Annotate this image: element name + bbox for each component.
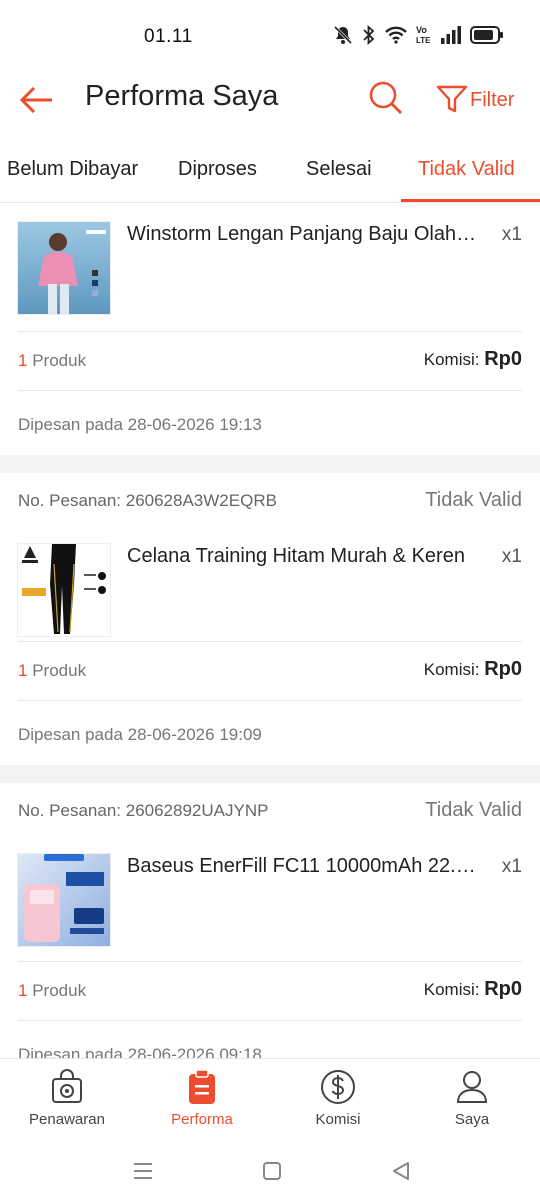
commission-label: Komisi:: [423, 980, 480, 999]
order-date-row: Dipesan pada 28-06-2026 19:09: [0, 701, 540, 765]
commission-value: Rp0: [484, 978, 522, 1000]
status-icons: Vo LTE: [332, 24, 504, 46]
nav-label: Penawaran: [29, 1111, 105, 1128]
order-card[interactable]: No. Pesanan: 26062892UAJYNP Tidak Valid: [0, 783, 540, 1058]
arrow-left-icon: [19, 86, 52, 114]
status-time: 01.11: [144, 26, 193, 47]
commission-value: Rp0: [484, 348, 522, 370]
commission-value: Rp0: [484, 658, 522, 680]
product-count: 1 Produk: [18, 981, 86, 1001]
volte-top-text: Vo: [416, 25, 427, 35]
order-date: Dipesan pada 28-06-2026 19:13: [18, 415, 262, 434]
menu-icon: [134, 1163, 152, 1179]
product-row[interactable]: Winstorm Lengan Panjang Baju Olahraga Wa…: [0, 203, 540, 331]
back-button[interactable]: [18, 80, 58, 120]
clipboard-icon: [189, 1069, 215, 1104]
order-status: Tidak Valid: [425, 489, 522, 511]
order-date: Dipesan pada 28-06-2026 19:09: [18, 725, 262, 744]
filter-button[interactable]: Filter: [436, 82, 514, 118]
order-number: No. Pesanan: 260628A3W2EQRB: [18, 491, 277, 510]
mute-bell-icon: [333, 25, 353, 45]
order-card[interactable]: No. Pesanan: 260628A3W2EQRB Tidak Valid: [0, 473, 540, 765]
product-count-number: 1: [18, 351, 28, 370]
filter-icon: [436, 85, 468, 113]
order-number: No. Pesanan: 26062892UAJYNP: [18, 801, 269, 820]
nav-komisi[interactable]: Komisi: [278, 1067, 398, 1128]
product-name: Celana Training Hitam Murah & Keren: [127, 545, 465, 567]
product-count-label: Produk: [32, 981, 87, 1000]
status-tabs: Belum Dibayar Diproses Selesai Tidak Val…: [0, 142, 540, 203]
order-header: No. Pesanan: 26062892UAJYNP Tidak Valid: [0, 783, 540, 839]
commission: Komisi: Rp0: [424, 978, 522, 1001]
order-card[interactable]: Winstorm Lengan Panjang Baju Olahraga Wa…: [0, 203, 540, 455]
product-name: Baseus EnerFill FC11 10000mAh 22.5W Powe…: [127, 855, 482, 877]
nav-label: Komisi: [315, 1111, 361, 1128]
product-thumbnail: [17, 853, 111, 947]
volte-icon: Vo LTE: [416, 25, 431, 45]
product-count-number: 1: [18, 661, 28, 680]
product-count: 1 Produk: [18, 661, 86, 681]
summary-row: 1 Produk Komisi: Rp0: [0, 962, 540, 1020]
product-qty: x1: [501, 856, 522, 877]
product-count-number: 1: [18, 981, 28, 1000]
product-thumbnail: [17, 221, 111, 315]
order-status: Tidak Valid: [425, 799, 522, 821]
product-thumbnail: [17, 543, 111, 637]
commission-label: Komisi:: [423, 660, 480, 679]
commission: Komisi: Rp0: [424, 658, 522, 681]
commission: Komisi: Rp0: [424, 348, 522, 371]
system-back-button[interactable]: [386, 1156, 416, 1186]
search-button[interactable]: [368, 80, 404, 116]
volte-bottom-text: LTE: [416, 36, 431, 45]
bluetooth-icon: [363, 24, 375, 46]
commission-label: Komisi:: [423, 350, 480, 369]
summary-row: 1 Produk Komisi: Rp0: [0, 332, 540, 390]
app-header: Performa Saya Filter: [0, 70, 540, 128]
product-row[interactable]: Celana Training Hitam Murah & Keren x1: [0, 529, 540, 641]
dollar-icon: [321, 1070, 355, 1104]
battery-icon: [470, 26, 503, 44]
home-button[interactable]: [257, 1156, 287, 1186]
triangle-back-icon: [393, 1162, 409, 1180]
bag-icon: [52, 1069, 82, 1103]
recents-button[interactable]: [128, 1156, 158, 1186]
product-count: 1 Produk: [18, 351, 86, 371]
bottom-navigation: Penawaran Performa Komisi Saya: [0, 1058, 540, 1143]
square-icon: [263, 1162, 281, 1180]
person-icon: [456, 1071, 488, 1103]
card-separator: [0, 455, 540, 473]
nav-label: Performa: [171, 1111, 233, 1128]
search-icon: [369, 81, 402, 114]
tab-tidak-valid[interactable]: Tidak Valid: [418, 158, 515, 181]
signal-icon: [441, 26, 461, 44]
active-tab-indicator: [401, 199, 540, 202]
card-separator: [0, 765, 540, 783]
order-header: No. Pesanan: 260628A3W2EQRB Tidak Valid: [0, 473, 540, 529]
product-name: Winstorm Lengan Panjang Baju Olahraga Wa…: [127, 223, 482, 245]
system-navigation-bar: [0, 1142, 540, 1200]
nav-performa[interactable]: Performa: [142, 1067, 262, 1128]
product-qty: x1: [501, 224, 522, 245]
product-qty: x1: [501, 546, 522, 567]
nav-label: Saya: [454, 1111, 490, 1128]
nav-penawaran[interactable]: Penawaran: [7, 1067, 127, 1128]
status-bar: 01.11 Vo LTE: [0, 0, 540, 70]
nav-saya[interactable]: Saya: [412, 1067, 532, 1128]
tab-diproses[interactable]: Diproses: [178, 158, 257, 181]
tab-belum-dibayar[interactable]: Belum Dibayar: [7, 158, 138, 181]
product-row[interactable]: Baseus EnerFill FC11 10000mAh 22.5W Powe…: [0, 839, 540, 961]
product-count-label: Produk: [32, 351, 87, 370]
summary-row: 1 Produk Komisi: Rp0: [0, 642, 540, 700]
order-list[interactable]: Winstorm Lengan Panjang Baju Olahraga Wa…: [0, 203, 540, 1058]
page-title: Performa Saya: [85, 80, 279, 112]
order-date-row: Dipesan pada 28-06-2026 09:18: [0, 1021, 540, 1058]
product-count-label: Produk: [32, 661, 87, 680]
order-date: Dipesan pada 28-06-2026 09:18: [18, 1045, 262, 1058]
tab-selesai[interactable]: Selesai: [306, 158, 372, 181]
order-date-row: Dipesan pada 28-06-2026 19:13: [0, 391, 540, 455]
wifi-icon: [385, 26, 407, 44]
filter-label: Filter: [470, 88, 515, 111]
